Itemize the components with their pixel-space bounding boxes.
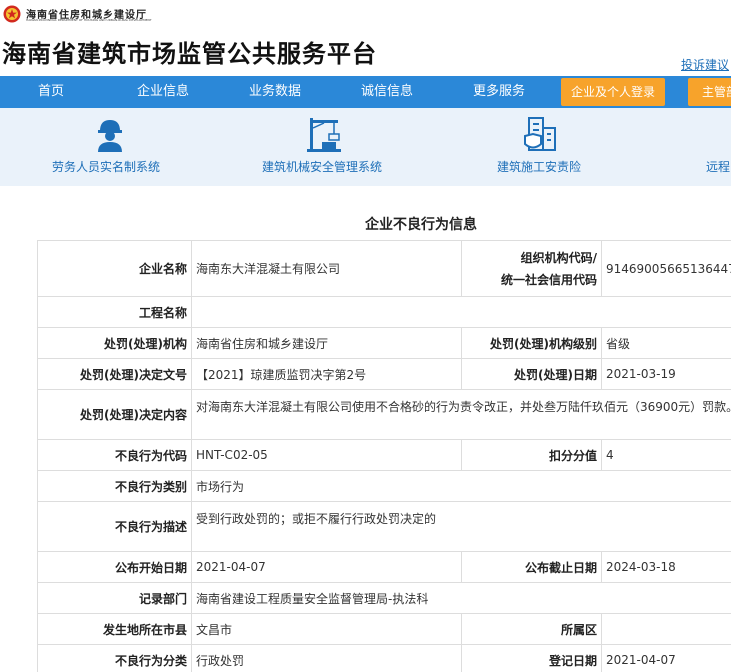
national-emblem-icon	[3, 5, 21, 23]
location-label: 发生地所在市县	[37, 613, 192, 645]
quick-links: 劳务人员实名制系统 建筑机械安全管理系统 建筑施工安责险 远程	[0, 108, 731, 186]
deduct-score-value: 4	[601, 439, 731, 471]
penalty-level-label: 处罚(处理)机构级别	[461, 327, 602, 359]
behavior-desc-value: 受到行政处罚的；或拒不履行行政处罚决定的	[191, 501, 731, 552]
site-title: 海南省建筑市场监管公共服务平台	[2, 40, 377, 68]
district-label: 所属区	[461, 613, 602, 645]
publish-start-label: 公布开始日期	[37, 551, 192, 583]
quick-link-label: 建筑施工安责险	[497, 160, 582, 174]
quick-link-insurance[interactable]: 建筑施工安责险	[497, 108, 589, 186]
penalty-org-value: 海南省住房和城乡建设厅	[191, 327, 462, 359]
login-button[interactable]: 企业及个人登录	[561, 78, 665, 106]
penalty-level-value: 省级	[601, 327, 731, 359]
quick-link-label: 劳务人员实名制系统	[52, 160, 161, 174]
behavior-class-value: 行政处罚	[191, 644, 462, 672]
behavior-desc-label: 不良行为描述	[37, 501, 192, 552]
main-nav: 首页 企业信息 业务数据 诚信信息 更多服务 企业及个人登录 主管部	[0, 76, 731, 108]
decision-no-value: 【2021】琼建质监罚决字第2号	[191, 358, 462, 390]
nav-item-credit-info[interactable]: 诚信信息	[361, 76, 413, 108]
project-name-value	[191, 296, 731, 328]
feedback-link[interactable]: 投诉建议	[681, 56, 729, 73]
behavior-type-value: 市场行为	[191, 470, 731, 502]
publish-end-label: 公布截止日期	[461, 551, 602, 583]
record-dept-label: 记录部门	[37, 582, 192, 614]
company-name-value: 海南东大洋混凝土有限公司	[191, 240, 462, 297]
department-name-en: HAINAN PROVINCIAL DEPARTMENT OF HOUSING …	[26, 18, 152, 22]
page-title: 企业不良行为信息	[365, 217, 477, 233]
org-code-label: 组织机构代码/ 统一社会信用代码	[461, 240, 602, 297]
nav-item-more-services[interactable]: 更多服务	[473, 76, 525, 108]
deduct-score-label: 扣分分值	[461, 439, 602, 471]
location-value: 文昌市	[191, 613, 462, 645]
publish-end-value: 2024-03-18	[601, 551, 731, 583]
behavior-type-label: 不良行为类别	[37, 470, 192, 502]
record-dept-value: 海南省建设工程质量安全监督管理局-执法科	[191, 582, 731, 614]
org-code-label-line1: 组织机构代码/	[520, 250, 597, 265]
org-code-label-line2: 统一社会信用代码	[500, 272, 597, 287]
decision-content-value: 对海南东大洋混凝土有限公司使用不合格砂的行为责令改正，并处叁万陆仟玖佰元（369…	[191, 389, 731, 440]
company-name-label: 企业名称	[37, 240, 192, 297]
worker-icon	[98, 120, 122, 152]
publish-start-value: 2021-04-07	[191, 551, 462, 583]
behavior-class-label: 不良行为分类	[37, 644, 192, 672]
behavior-code-label: 不良行为代码	[37, 439, 192, 471]
district-value	[601, 613, 731, 645]
org-code-value: 914690056651364474	[601, 240, 731, 297]
nav-item-home[interactable]: 首页	[38, 76, 64, 108]
register-date-value: 2021-04-07	[601, 644, 731, 672]
penalty-date-value: 2021-03-19	[601, 358, 731, 390]
decision-content-label: 处罚(处理)决定内容	[37, 389, 192, 440]
penalty-date-label: 处罚(处理)日期	[461, 358, 602, 390]
register-date-label: 登记日期	[461, 644, 602, 672]
project-name-label: 工程名称	[37, 296, 192, 328]
quick-link-label: 建筑机械安全管理系统	[262, 160, 383, 174]
bad-behavior-info-table: 企业名称 海南东大洋混凝土有限公司 组织机构代码/ 统一社会信用代码 91469…	[37, 240, 731, 672]
decision-no-label: 处罚(处理)决定文号	[37, 358, 192, 390]
admin-login-button[interactable]: 主管部	[688, 78, 731, 106]
quick-link-label: 远程	[706, 160, 731, 174]
site-header: 海南省住房和城乡建设厅 HAINAN PROVINCIAL DEPARTMENT…	[0, 0, 731, 76]
insurance-building-icon	[524, 117, 556, 151]
crane-icon	[307, 118, 341, 152]
quick-link-remote[interactable]: 远程	[706, 108, 731, 186]
quick-link-labor[interactable]: 劳务人员实名制系统	[52, 108, 168, 186]
nav-item-business-data[interactable]: 业务数据	[249, 76, 301, 108]
nav-item-enterprise-info[interactable]: 企业信息	[137, 76, 189, 108]
penalty-org-label: 处罚(处理)机构	[37, 327, 192, 359]
quick-link-machinery[interactable]: 建筑机械安全管理系统	[262, 108, 390, 186]
behavior-code-value: HNT-C02-05	[191, 439, 462, 471]
